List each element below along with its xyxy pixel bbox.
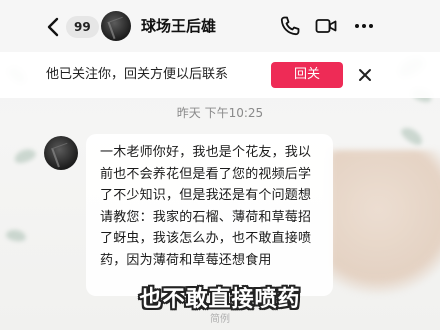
video-camera-icon[interactable] <box>314 14 338 38</box>
follow-banner-text: 他已关注你，回关方便以后联系 <box>46 67 229 82</box>
unread-count-badge: 99 <box>66 16 99 38</box>
contact-name: 球场王后雄 <box>141 17 217 35</box>
avatar[interactable] <box>101 11 131 41</box>
chat-header: 99 球场王后雄 <box>0 0 440 52</box>
more-horizontal-icon[interactable] <box>352 14 376 38</box>
sender-avatar[interactable] <box>44 136 78 170</box>
message-bubble[interactable]: 一木老师你好，我也是个花友，我以前也不会养花但是看了您的视频后学了不少知识，但是… <box>86 134 333 296</box>
message-timestamp: 昨天 下午10:25 <box>176 106 264 120</box>
bottom-hint: 简例 <box>210 314 230 325</box>
chevron-left-icon[interactable] <box>44 17 62 37</box>
follow-back-banner: 他已关注你，回关方便以后联系 回关 <box>0 52 440 98</box>
phone-icon[interactable] <box>278 14 302 38</box>
close-icon[interactable] <box>356 66 374 84</box>
follow-back-button[interactable]: 回关 <box>271 62 343 88</box>
